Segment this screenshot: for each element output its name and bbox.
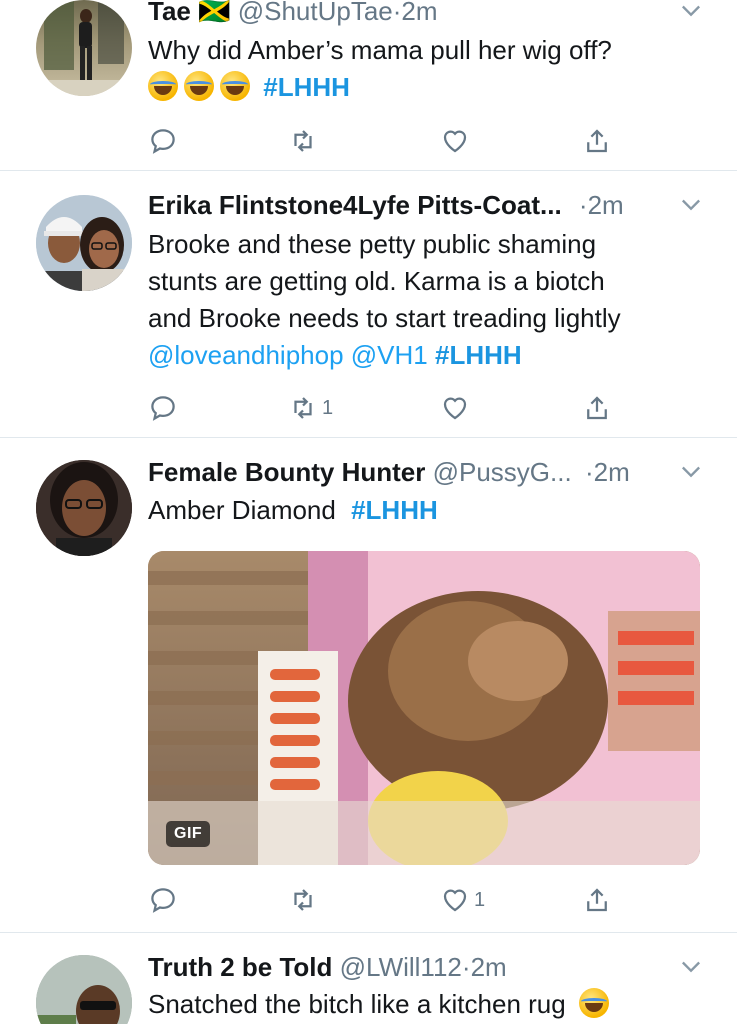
tweet-actions: 1 (148, 391, 628, 425)
display-name[interactable]: Female Bounty Hunter (148, 457, 425, 487)
avatar[interactable] (36, 195, 132, 291)
timestamp[interactable]: 2m (471, 952, 507, 982)
tweet-body: Snatched the bitch like a kitchen rug (148, 989, 566, 1019)
separator: · (584, 457, 594, 487)
share-icon (587, 396, 607, 420)
share-button[interactable] (582, 124, 612, 158)
tweet-header: Tae 🇯🇲 @ShutUpTae·2m (148, 0, 705, 28)
handle[interactable]: @PussyG... (433, 457, 572, 487)
retweet-button[interactable]: 1 (288, 391, 333, 425)
reply-button[interactable] (148, 883, 182, 917)
share-icon (587, 129, 607, 153)
like-count: 1 (474, 888, 486, 911)
tweet[interactable]: Truth 2 be Told @LWill112·2m Snatched th… (0, 933, 737, 1024)
tweet-header: Truth 2 be Told @LWill112·2m (148, 950, 705, 984)
tweet-body: Amber Diamond (148, 495, 336, 525)
share-button[interactable] (582, 391, 612, 425)
tweet-text: Snatched the bitch like a kitchen rug (148, 986, 708, 1023)
tweet-line: Brooke and these petty public shaming (148, 229, 597, 259)
hashtag-link[interactable]: #LHHH (351, 495, 438, 525)
avatar[interactable] (36, 955, 132, 1024)
reply-icon (151, 129, 175, 154)
tweet[interactable]: Tae 🇯🇲 @ShutUpTae·2m Why did Amber’s mam… (0, 0, 737, 170)
retweet-count: 1 (322, 396, 334, 419)
tweet-text: Brooke and these petty public shaming st… (148, 226, 708, 374)
gif-media[interactable]: GIF (148, 551, 700, 865)
chevron-down-icon[interactable] (677, 0, 705, 24)
like-button[interactable]: 1 (440, 883, 485, 917)
retweet-button[interactable] (288, 124, 322, 158)
separator: · (461, 952, 471, 982)
hashtag-link[interactable]: #LHHH (263, 72, 350, 102)
tweet-header: Erika Flintstone4Lyfe Pitts-Coat... ·2m (148, 188, 705, 222)
hashtag-link[interactable]: #LHHH (435, 340, 522, 370)
handle[interactable]: @LWill112 (340, 952, 462, 982)
tweet-line: stunts are getting old. Karma is a biotc… (148, 266, 605, 296)
handle[interactable]: @ShutUpTae (238, 0, 393, 26)
tweet-text: Amber Diamond #LHHH (148, 492, 708, 529)
display-name[interactable]: Tae 🇯🇲 (148, 0, 230, 26)
heart-icon (443, 889, 467, 912)
chevron-down-icon[interactable] (677, 457, 705, 485)
timestamp[interactable]: 2m (588, 190, 624, 220)
avatar-photo (36, 460, 132, 556)
laughing-emoji-icon (220, 71, 250, 101)
retweet-icon (294, 130, 312, 152)
chevron-down-icon[interactable] (677, 190, 705, 218)
separator: · (578, 190, 588, 220)
reply-icon (151, 396, 175, 421)
avatar-photo (36, 195, 132, 291)
emoji-row: #LHHH (148, 69, 708, 106)
tweet-line: and Brooke needs to start treading light… (148, 303, 621, 333)
retweet-icon (294, 397, 312, 419)
laughing-emoji-icon (148, 71, 178, 101)
reply-button[interactable] (148, 391, 182, 425)
tweet-actions: 1 (148, 883, 628, 917)
tweet-text: Why did Amber’s mama pull her wig off? #… (148, 32, 708, 106)
avatar-photo (36, 0, 132, 96)
timestamp[interactable]: 2m (401, 0, 437, 26)
heart-icon (443, 397, 467, 420)
chevron-down-icon[interactable] (677, 952, 705, 980)
laughing-emoji-icon (578, 988, 609, 1018)
mention-link[interactable]: @loveandhiphop (148, 340, 344, 370)
like-button[interactable] (440, 124, 474, 158)
avatar[interactable] (36, 460, 132, 556)
mention-row: @loveandhiphop @VH1 #LHHH (148, 337, 708, 374)
tweet[interactable]: Erika Flintstone4Lyfe Pitts-Coat... ·2m … (0, 171, 737, 437)
tweet-actions (148, 124, 628, 158)
laughing-emoji-icon (184, 71, 214, 101)
gif-badge: GIF (166, 821, 211, 847)
retweet-icon (294, 889, 312, 911)
retweet-button[interactable] (288, 883, 322, 917)
avatar[interactable] (36, 0, 132, 96)
reply-icon (151, 888, 175, 913)
tweet-body: Why did Amber’s mama pull her wig off? (148, 35, 612, 65)
reply-button[interactable] (148, 124, 182, 158)
like-button[interactable] (440, 391, 474, 425)
share-icon (587, 888, 607, 912)
display-name[interactable]: Erika Flintstone4Lyfe Pitts-Coat... (148, 190, 562, 220)
mention-link[interactable]: @VH1 (351, 340, 428, 370)
timestamp[interactable]: 2m (594, 457, 630, 487)
tweet-header: Female Bounty Hunter @PussyG... ·2m (148, 455, 705, 489)
share-button[interactable] (582, 883, 612, 917)
avatar-photo (36, 955, 132, 1024)
heart-icon (443, 130, 467, 153)
gif-frame-image (148, 551, 700, 865)
display-name[interactable]: Truth 2 be Told (148, 952, 332, 982)
